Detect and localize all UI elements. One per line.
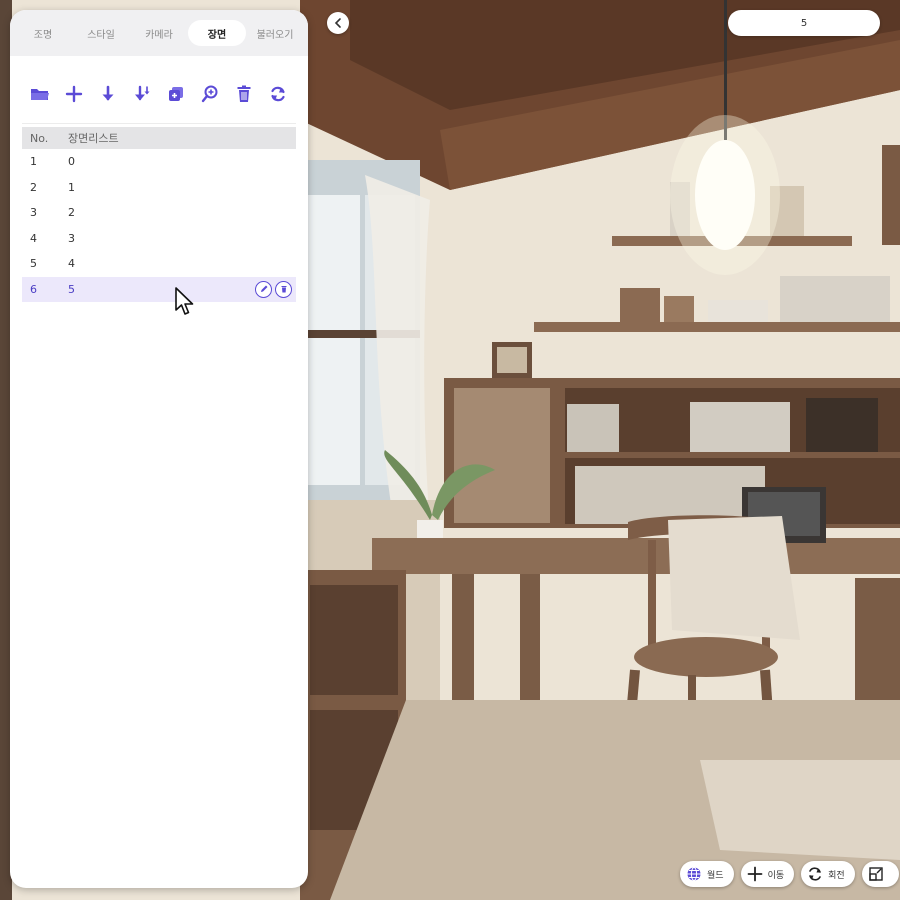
- row-actions: [255, 280, 292, 298]
- plus-icon: [65, 85, 83, 103]
- chevron-left-icon: [334, 18, 341, 28]
- panel-tabs: 조명 스타일 카메라 장면 불러오기: [10, 10, 308, 56]
- world-space-label: 월드: [707, 870, 724, 881]
- row-scene-name: 1: [68, 180, 75, 194]
- table-row[interactable]: 5 4: [22, 251, 296, 277]
- edit-scene-button[interactable]: [255, 280, 272, 298]
- scene-list-table: No. 장면리스트 1 0 2 1 3 2 4 3 5 4 6 5: [22, 127, 296, 302]
- globe-icon: [687, 867, 701, 881]
- row-number: 3: [30, 206, 37, 220]
- delete-scene-button[interactable]: [275, 280, 292, 298]
- table-row-selected[interactable]: 6 5: [22, 276, 296, 302]
- column-header-no: No.: [30, 131, 49, 145]
- zoom-scene-button[interactable]: [198, 82, 222, 106]
- arrow-down-icon: [102, 85, 114, 101]
- save-scene-button[interactable]: [96, 82, 120, 106]
- row-scene-name: 2: [68, 206, 75, 220]
- edit-icon: [260, 285, 267, 292]
- folder-open-icon: [31, 89, 49, 100]
- rotate-tool-label: 회전: [828, 870, 845, 881]
- table-row[interactable]: 4 3: [22, 226, 296, 252]
- collapse-panel-button[interactable]: [327, 12, 349, 34]
- world-space-button[interactable]: 월드: [680, 861, 734, 887]
- mouse-cursor-icon: [175, 287, 194, 315]
- duplicate-icon: [169, 87, 183, 101]
- tab-lighting[interactable]: 조명: [14, 20, 72, 46]
- scale-tool-button[interactable]: [861, 861, 899, 887]
- tab-camera[interactable]: 카메라: [130, 20, 188, 46]
- duplicate-scene-button[interactable]: [164, 82, 188, 106]
- add-scene-button[interactable]: [62, 82, 86, 106]
- scene-toolbar: [22, 76, 296, 112]
- row-scene-name: 0: [68, 155, 75, 169]
- current-scene-field[interactable]: 5: [728, 10, 880, 36]
- move-tool-button[interactable]: 이동: [740, 861, 795, 887]
- refresh-button[interactable]: [266, 82, 290, 106]
- table-row[interactable]: 1 0: [22, 149, 296, 175]
- delete-all-button[interactable]: [232, 82, 256, 106]
- row-number: 6: [30, 282, 37, 296]
- table-header: No. 장면리스트: [22, 127, 296, 149]
- tab-style[interactable]: 스타일: [72, 20, 130, 46]
- open-folder-button[interactable]: [28, 82, 52, 106]
- move-icon: [747, 866, 762, 882]
- scale-icon: [868, 867, 883, 881]
- row-number: 2: [30, 180, 37, 194]
- table-row[interactable]: 3 2: [22, 200, 296, 226]
- row-scene-name: 4: [68, 257, 75, 271]
- move-tool-label: 이동: [767, 870, 785, 881]
- tab-scene[interactable]: 장면: [188, 20, 246, 46]
- rotate-icon: [809, 867, 821, 881]
- trash-icon: [237, 85, 251, 102]
- delete-icon: [281, 286, 286, 293]
- transform-toolbar: 월드 이동 회전: [680, 861, 899, 887]
- tab-load[interactable]: 불러오기: [246, 20, 304, 46]
- scene-panel: 조명 스타일 카메라 장면 불러오기 No. 장면리스트 1 0 2 1 3 2…: [10, 10, 308, 888]
- toolbar-divider: [22, 123, 296, 124]
- row-number: 1: [30, 155, 37, 169]
- table-row[interactable]: 2 1: [22, 175, 296, 201]
- column-header-scene-list: 장면리스트: [68, 132, 119, 145]
- row-number: 4: [30, 231, 37, 245]
- row-number: 5: [30, 257, 37, 271]
- row-scene-name: 3: [68, 231, 75, 245]
- rotate-tool-button[interactable]: 회전: [801, 861, 855, 887]
- arrow-down-double-icon: [135, 85, 150, 101]
- refresh-icon: [271, 86, 285, 102]
- zoom-in-icon: [201, 85, 218, 103]
- save-all-button[interactable]: [130, 82, 154, 106]
